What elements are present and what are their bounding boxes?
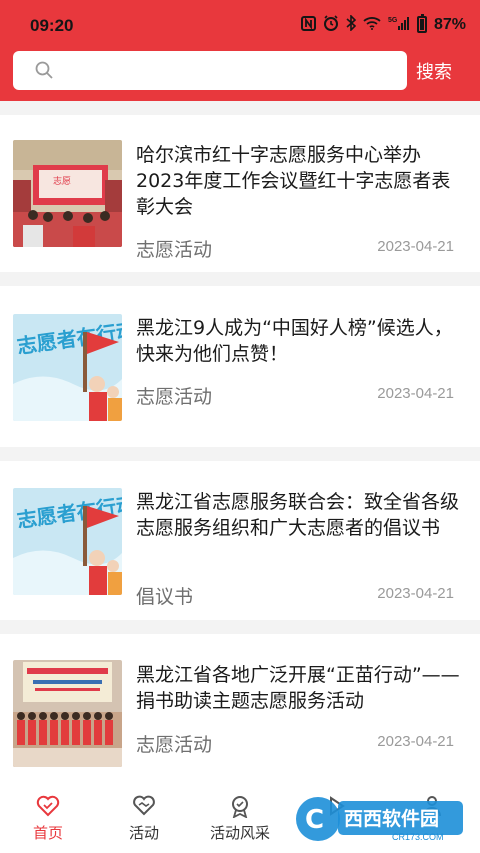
search-icon [35, 61, 53, 79]
article-category: 倡议书 [136, 586, 194, 608]
article-category: 志愿活动 [136, 386, 213, 408]
divider [0, 447, 480, 461]
status-icons: 5G 87% [300, 14, 466, 34]
article-date: 2023-04-21 [377, 733, 454, 750]
article-thumbnail: 志愿者在行动 [13, 488, 122, 595]
search-input[interactable] [13, 51, 407, 90]
article-thumbnail: 志愿 [13, 140, 122, 247]
tab-label: 活动风采 [209, 824, 270, 842]
article-title: 黑龙江省各地广泛开展“正苗行动”——捐书助读主题志愿服务活动 [136, 664, 460, 712]
article-card[interactable]: 志愿 哈尔滨市红十字志愿服务中心举办2023年度工作会议暨红十字志愿者表彰大会 … [0, 115, 480, 272]
article-date: 2023-04-21 [377, 238, 454, 255]
article-thumbnail [13, 660, 122, 767]
article-category: 志愿活动 [136, 734, 213, 756]
medal-icon [232, 796, 248, 818]
nfc-icon [300, 15, 316, 34]
status-time: 09:20 [30, 16, 74, 35]
battery-level: 87% [433, 15, 466, 33]
article-title: 黑龙江省志愿服务联合会：致全省各级志愿服务组织和广大志愿者的倡议书 [136, 491, 460, 539]
bluetooth-icon [346, 14, 357, 34]
tab-activity-gallery[interactable]: 活动风采 [192, 778, 288, 853]
tab-activities[interactable]: 活动 [96, 778, 192, 853]
heart-outline-icon [36, 795, 60, 817]
battery-icon [416, 14, 427, 33]
article-thumbnail: 志愿者在行动 [13, 314, 122, 421]
tab-label: 活动 [128, 824, 159, 842]
article-title: 哈尔滨市红十字志愿服务中心举办2023年度工作会议暨红十字志愿者表彰大会 [136, 144, 451, 218]
wifi-icon [363, 16, 381, 33]
alarm-icon [323, 15, 339, 34]
article-date: 2023-04-21 [377, 585, 454, 602]
handshake-heart-icon [133, 795, 155, 816]
article-card[interactable]: 志愿者在行动 黑龙江省志愿服务联合会：致全省各级志愿服务组织和广大志愿者的倡议书… [0, 461, 480, 620]
tab-label: 首页 [32, 824, 63, 842]
divider [0, 620, 480, 634]
signal-icon: 5G [388, 15, 410, 34]
watermark-brand: 西西软件园 [344, 807, 439, 830]
divider [0, 101, 480, 115]
search-button[interactable]: 搜索 [416, 58, 468, 84]
article-date: 2023-04-21 [377, 385, 454, 402]
watermark-logo: C 西西软件园 CR173.COM [292, 793, 467, 843]
article-category: 志愿活动 [136, 239, 213, 261]
svg-text:5G: 5G [388, 17, 398, 24]
watermark-domain: CR173.COM [392, 832, 444, 842]
svg-text:志愿: 志愿 [53, 175, 71, 187]
article-title: 黑龙江9人成为“中国好人榜”候选人，快来为他们点赞！ [136, 317, 453, 365]
status-bar: 09:20 5G 87% [0, 0, 480, 48]
tab-home[interactable]: 首页 [0, 778, 96, 853]
divider [0, 272, 480, 286]
svg-text:C: C [305, 805, 324, 835]
article-card[interactable]: 黑龙江省各地广泛开展“正苗行动”——捐书助读主题志愿服务活动 志愿活动 2023… [0, 634, 480, 778]
article-card[interactable]: 志愿者在行动 黑龙江9人成为“中国好人榜”候选人，快来为他们点赞！ 志愿活动 2… [0, 286, 480, 447]
